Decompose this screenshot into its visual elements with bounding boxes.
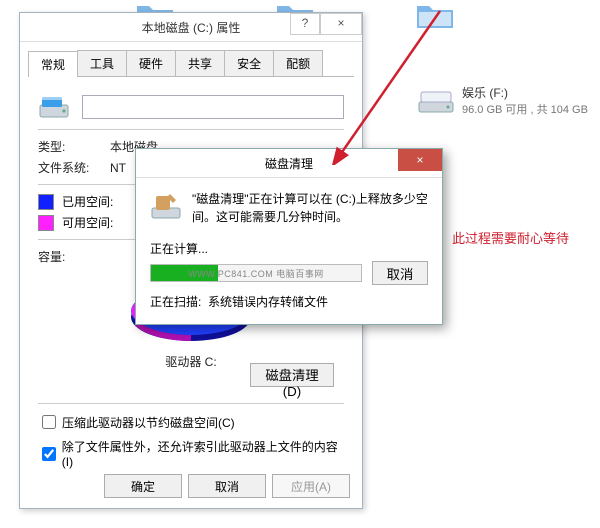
close-button[interactable]: × [320,13,362,35]
legend-free-icon [38,215,54,231]
type-label: 类型: [38,138,110,155]
annotation-text: 此过程需要耐心等待 [452,228,569,247]
free-label: 可用空间: [62,214,113,231]
compress-label: 压缩此驱动器以节约磁盘空间(C) [62,414,235,431]
cancel-button[interactable]: 取消 [188,474,266,498]
tab-tools[interactable]: 工具 [77,50,127,76]
cleanup-title: 磁盘清理 [265,155,313,172]
drive-icon [418,88,454,114]
capacity-label: 容量: [38,248,110,265]
cleanup-icon [150,190,182,222]
drive-list-item[interactable]: 娱乐 (F:) 96.0 GB 可用 , 共 104 GB [418,84,588,117]
cleanup-dialog: 磁盘清理 × "磁盘清理"正在计算可以在 (C:)上释放多少空间。这可能需要几分… [135,148,443,325]
index-label: 除了文件属性外，还允许索引此驱动器上文件的内容(I) [62,438,344,469]
ok-button[interactable]: 确定 [104,474,182,498]
legend-used-icon [38,194,54,210]
used-label: 已用空间: [62,193,113,210]
volume-name-input[interactable] [82,95,344,119]
bg-folder-icon [415,0,455,32]
index-checkbox[interactable] [42,447,56,461]
compress-checkbox[interactable] [42,415,56,429]
tab-sharing[interactable]: 共享 [175,50,225,76]
cleanup-close-button[interactable]: × [398,149,442,171]
drive-icon [38,93,70,121]
window-title: 本地磁盘 (C:) 属性 [142,19,241,36]
cleanup-titlebar: 磁盘清理 × [136,149,442,178]
help-button[interactable]: ? [290,13,320,35]
disk-cleanup-button[interactable]: 磁盘清理(D) [250,363,334,387]
cleanup-cancel-button[interactable]: 取消 [372,261,428,285]
progress-bar: WWW.PC841.COM 电脑百事网 [150,264,362,282]
tab-security[interactable]: 安全 [224,50,274,76]
tab-hardware[interactable]: 硬件 [126,50,176,76]
scan-value: 系统错误内存转储文件 [208,293,328,310]
titlebar: 本地磁盘 (C:) 属性 ? × [20,13,362,42]
tab-general[interactable]: 常规 [28,51,78,77]
watermark: WWW.PC841.COM 电脑百事网 [151,265,361,281]
drive-name: 娱乐 (F:) [462,84,588,101]
drive-detail: 96.0 GB 可用 , 共 104 GB [462,101,588,117]
apply-button: 应用(A) [272,474,350,498]
tabbar: 常规 工具 硬件 共享 安全 配额 [28,50,354,77]
fs-label: 文件系统: [38,159,110,176]
calculating-label: 正在计算... [150,240,428,257]
scan-label: 正在扫描: [150,293,208,310]
tab-quota[interactable]: 配额 [273,50,323,76]
cleanup-message: "磁盘清理"正在计算可以在 (C:)上释放多少空间。这可能需要几分钟时间。 [192,190,428,226]
